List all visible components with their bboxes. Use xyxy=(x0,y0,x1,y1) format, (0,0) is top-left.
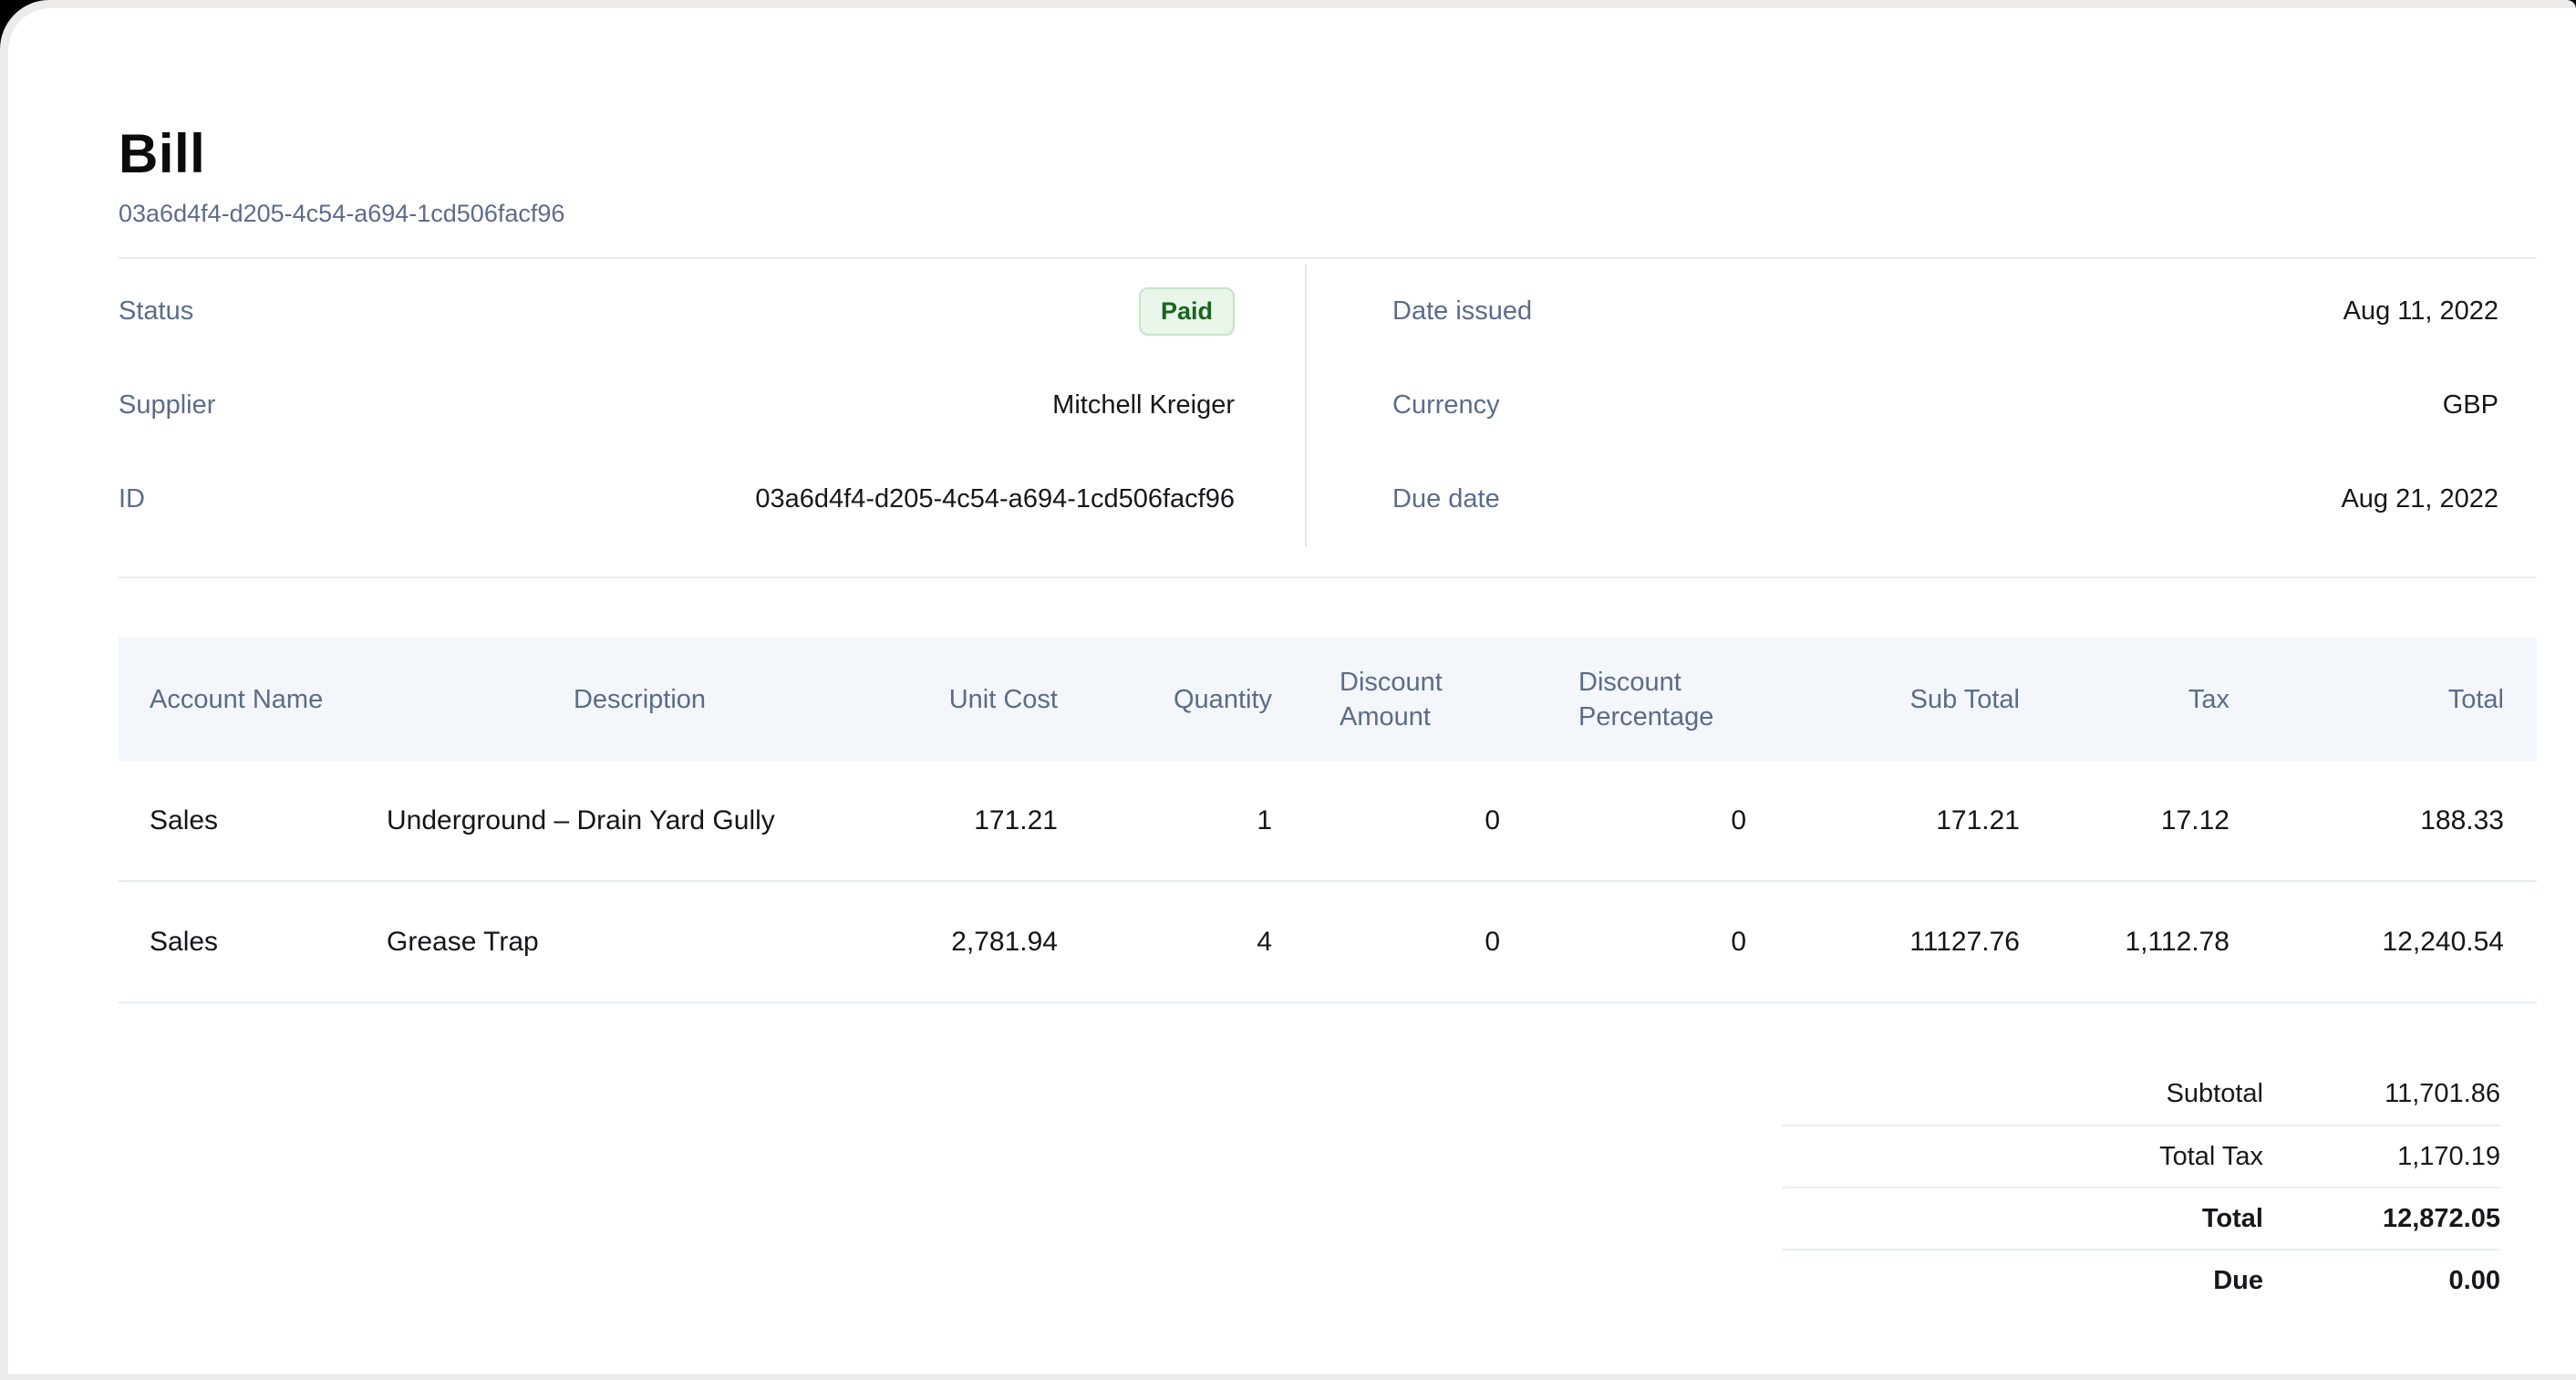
currency-label: Currency xyxy=(1392,390,1500,420)
column-header-discount-amount: Discount Amount xyxy=(1305,665,1533,734)
cell-account-name: Sales xyxy=(119,927,356,958)
bill-content: Bill 03a6d4f4-d205-4c54-a694-1cd506facf9… xyxy=(119,8,2537,1311)
bill-info-right-column: Date issued Aug 11, 2022 Currency GBP Du… xyxy=(1307,265,2537,546)
date-issued-label: Date issued xyxy=(1392,296,1532,327)
summary-row-total: Total 12,872.05 xyxy=(1782,1187,2500,1249)
cell-discount-percentage: 0 xyxy=(1533,927,1779,958)
status-badge: Paid xyxy=(1139,287,1235,336)
cell-discount-amount: 0 xyxy=(1305,805,1533,836)
subtotal-value: 11,701.86 xyxy=(2263,1079,2500,1109)
cell-tax: 17.12 xyxy=(2053,805,2262,836)
column-header-account-name: Account Name xyxy=(119,682,356,717)
cell-quantity: 4 xyxy=(1091,927,1305,958)
totals-summary: Subtotal 11,701.86 Total Tax 1,170.19 To… xyxy=(1782,1063,2500,1311)
info-table-divider xyxy=(119,576,2537,578)
bill-info-section: Status Paid Supplier Mitchell Kreiger ID… xyxy=(119,259,2537,546)
total-label: Total xyxy=(1782,1204,2263,1234)
cell-sub-total: 11127.76 xyxy=(1779,927,2053,958)
total-value: 12,872.05 xyxy=(2263,1204,2500,1234)
cell-sub-total: 171.21 xyxy=(1779,805,2053,836)
due-value: 0.00 xyxy=(2263,1266,2500,1296)
column-header-total: Total xyxy=(2262,682,2537,717)
line-items-table: Account Name Description Unit Cost Quant… xyxy=(119,638,2537,1003)
due-label: Due xyxy=(1782,1266,2263,1296)
info-row-date-issued: Date issued Aug 11, 2022 xyxy=(1392,265,2498,358)
cell-description: Underground – Drain Yard Gully xyxy=(356,805,924,836)
info-row-due-date: Due date Aug 21, 2022 xyxy=(1392,452,2498,546)
summary-row-due: Due 0.00 xyxy=(1782,1249,2500,1311)
cell-discount-percentage: 0 xyxy=(1533,805,1779,836)
info-row-currency: Currency GBP xyxy=(1392,358,2498,452)
column-header-quantity: Quantity xyxy=(1091,682,1305,717)
column-header-description: Description xyxy=(356,682,924,717)
date-issued-value: Aug 11, 2022 xyxy=(2343,296,2498,327)
currency-value: GBP xyxy=(2443,390,2498,420)
bill-uuid-subtitle: 03a6d4f4-d205-4c54-a694-1cd506facf96 xyxy=(119,200,2537,227)
summary-row-total-tax: Total Tax 1,170.19 xyxy=(1782,1125,2500,1187)
due-date-value: Aug 21, 2022 xyxy=(2341,484,2498,514)
page-title: Bill xyxy=(119,125,2537,183)
column-header-sub-total: Sub Total xyxy=(1779,682,2053,717)
cell-unit-cost: 171.21 xyxy=(924,805,1091,836)
info-row-id: ID 03a6d4f4-d205-4c54-a694-1cd506facf96 xyxy=(119,452,1235,546)
subtotal-label: Subtotal xyxy=(1782,1079,2263,1109)
summary-row-subtotal: Subtotal 11,701.86 xyxy=(1782,1063,2500,1125)
cell-description: Grease Trap xyxy=(356,927,924,958)
line-items-header-row: Account Name Description Unit Cost Quant… xyxy=(119,638,2537,761)
bill-detail-card: Bill 03a6d4f4-d205-4c54-a694-1cd506facf9… xyxy=(8,8,2576,1374)
cell-total: 12,240.54 xyxy=(2262,927,2537,958)
info-row-supplier: Supplier Mitchell Kreiger xyxy=(119,358,1235,452)
supplier-value: Mitchell Kreiger xyxy=(1052,390,1235,420)
supplier-label: Supplier xyxy=(119,390,215,420)
table-row: Sales Underground – Drain Yard Gully 171… xyxy=(119,761,2537,882)
due-date-label: Due date xyxy=(1392,484,1500,514)
column-header-tax: Tax xyxy=(2053,682,2262,717)
table-row: Sales Grease Trap 2,781.94 4 0 0 11127.7… xyxy=(119,882,2537,1003)
cell-tax: 1,112.78 xyxy=(2053,927,2262,958)
column-header-discount-percentage: Discount Percentage xyxy=(1533,665,1779,734)
status-label: Status xyxy=(119,296,193,327)
id-value: 03a6d4f4-d205-4c54-a694-1cd506facf96 xyxy=(755,484,1235,514)
cell-unit-cost: 2,781.94 xyxy=(924,927,1091,958)
id-label: ID xyxy=(119,484,145,514)
total-tax-value: 1,170.19 xyxy=(2263,1142,2500,1172)
bill-info-left-column: Status Paid Supplier Mitchell Kreiger ID… xyxy=(119,265,1307,546)
cell-discount-amount: 0 xyxy=(1305,927,1533,958)
cell-account-name: Sales xyxy=(119,805,356,836)
info-row-status: Status Paid xyxy=(119,265,1235,358)
cell-total: 188.33 xyxy=(2262,805,2537,836)
cell-quantity: 1 xyxy=(1091,805,1305,836)
window-frame: Bill 03a6d4f4-d205-4c54-a694-1cd506facf9… xyxy=(0,0,2576,1380)
total-tax-label: Total Tax xyxy=(1782,1142,2263,1172)
column-header-unit-cost: Unit Cost xyxy=(924,682,1091,717)
